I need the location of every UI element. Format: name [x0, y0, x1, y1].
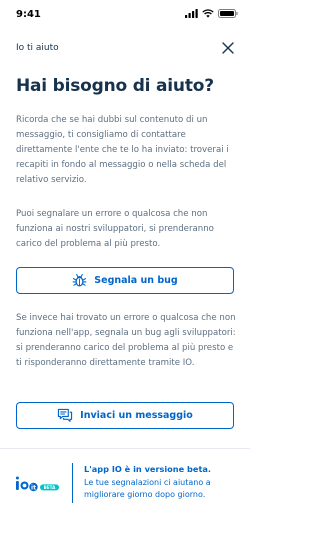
- signal-icon: [185, 9, 198, 18]
- battery-icon: [218, 9, 238, 18]
- logo-badge-text: it: [31, 484, 36, 491]
- header: Io ti aiuto: [0, 40, 250, 58]
- report-bug-label: Segnala un bug: [94, 275, 178, 286]
- intro-paragraph: Ricorda che se hai dubbi sul contenuto d…: [16, 115, 229, 185]
- report-paragraph: Puoi segnalare un errore o qualcosa che …: [16, 209, 214, 249]
- status-bar: 9:41: [0, 0, 250, 28]
- wifi-icon: [202, 9, 214, 18]
- report-bug-button[interactable]: Segnala un bug: [16, 267, 234, 294]
- io-beta-logo: it BETA: [16, 476, 59, 491]
- send-message-label: Inviaci un messaggio: [80, 410, 193, 421]
- footer-vertical-line: [72, 463, 73, 503]
- status-icons: [185, 9, 238, 18]
- bug-info-paragraph: Se invece hai trovato un errore o qualco…: [16, 313, 236, 368]
- chat-icon: [58, 408, 73, 422]
- bug-icon: [72, 273, 87, 287]
- status-time: 9:41: [16, 9, 41, 20]
- header-title: Io ti aiuto: [16, 43, 59, 53]
- beta-text: Le tue segnalazioni ci aiutano a miglior…: [84, 478, 211, 499]
- page-title: Hai bisogno di aiuto?: [16, 76, 214, 96]
- beta-title: L'app IO è in versione beta.: [84, 464, 211, 474]
- beta-footer: it BETA L'app IO è in versione beta. Le …: [0, 449, 250, 541]
- beta-badge-text: BETA: [44, 485, 57, 490]
- close-icon[interactable]: [221, 41, 235, 55]
- send-message-button[interactable]: Inviaci un messaggio: [16, 402, 234, 429]
